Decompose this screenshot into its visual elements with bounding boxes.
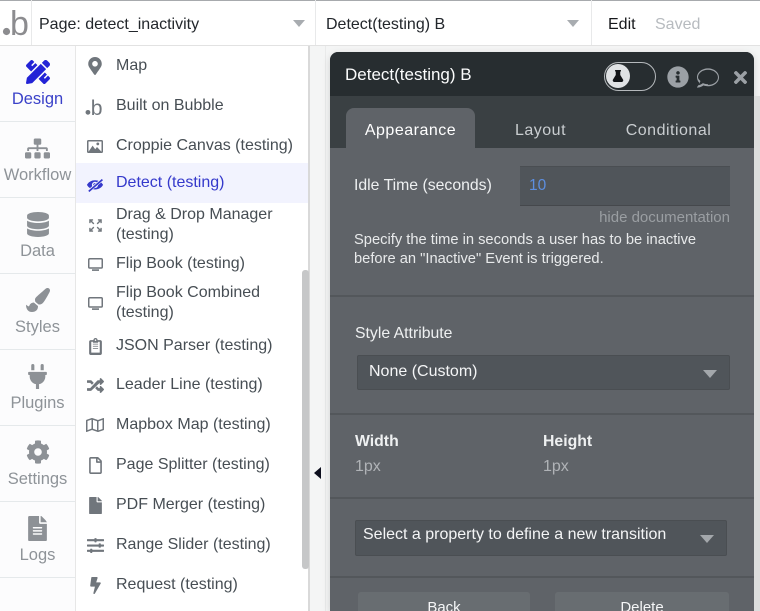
svg-text:b: b [91,97,103,118]
svg-text:b: b [10,6,29,40]
